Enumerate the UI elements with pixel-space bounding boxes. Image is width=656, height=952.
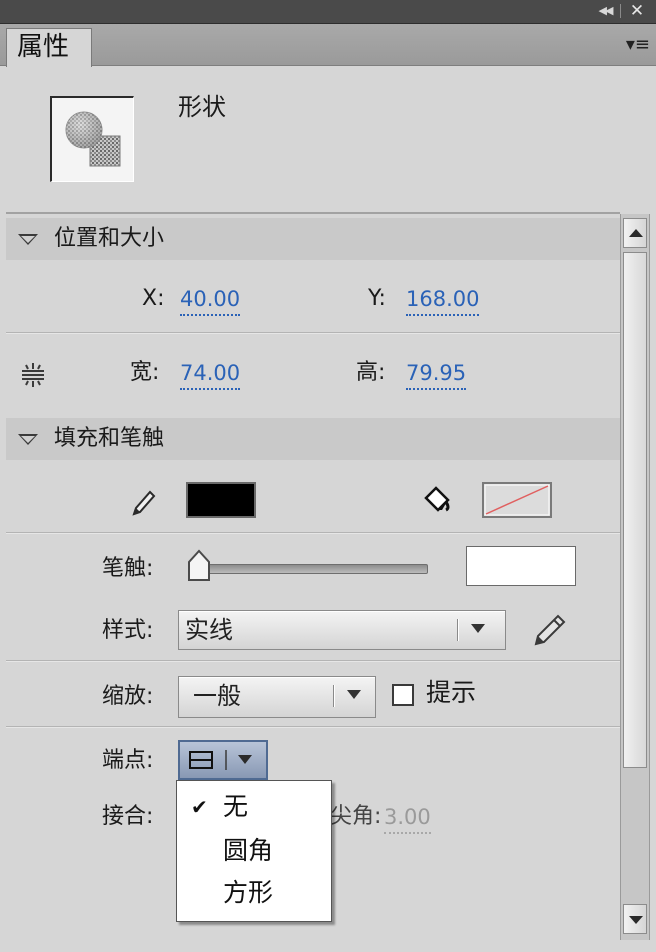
stroke-slider-handle[interactable] (186, 548, 212, 582)
collapse-triangle-icon (18, 434, 38, 445)
shape-thumbnail-icon (50, 96, 134, 182)
tab-strip (0, 24, 656, 66)
menu-item-label: 圆角 (223, 836, 274, 865)
edit-stroke-style-icon[interactable] (530, 610, 570, 650)
object-type-title: 形状 (178, 93, 226, 121)
miter-value: 3.00 (384, 802, 431, 834)
scroll-down-button[interactable] (623, 904, 647, 934)
scale-label: 缩放: (102, 684, 154, 709)
pencil-icon (130, 486, 158, 518)
paint-bucket-icon (420, 484, 454, 516)
menu-item-none[interactable]: ✔ 无 (177, 787, 331, 827)
hint-checkbox[interactable] (392, 684, 414, 706)
section-title: 填充和笔触 (54, 426, 165, 451)
divider (6, 660, 620, 662)
height-value[interactable]: 79.95 (406, 358, 467, 390)
width-value[interactable]: 74.00 (180, 358, 241, 390)
divider (6, 532, 620, 534)
miter-label: 尖角: (330, 804, 382, 829)
dropdown-separator (333, 685, 335, 707)
chain-link-icon[interactable] (16, 361, 50, 389)
fill-color-swatch[interactable] (482, 482, 552, 518)
menu-item-label: 无 (223, 792, 249, 821)
stroke-label: 笔触: (102, 556, 154, 581)
menu-item-square[interactable]: 方形 (177, 873, 331, 913)
menu-item-label: 方形 (223, 878, 274, 907)
stroke-color-swatch[interactable] (186, 482, 256, 518)
checkmark-icon: ✔ (191, 795, 208, 819)
scale-dropdown[interactable]: 一般 (178, 676, 376, 718)
scale-dropdown-value: 一般 (193, 682, 241, 710)
section-fill-stroke[interactable]: 填充和笔触 (6, 418, 620, 460)
section-position-size[interactable]: 位置和大小 (6, 218, 620, 260)
width-label: 宽: (130, 360, 160, 385)
style-dropdown-value: 实线 (185, 616, 233, 644)
collapse-triangle-icon (18, 234, 38, 245)
titlebar-divider (620, 4, 621, 18)
vertical-scrollbar[interactable] (620, 214, 650, 940)
y-value[interactable]: 168.00 (406, 284, 480, 316)
cap-dropdown[interactable] (178, 740, 268, 780)
collapse-panel-icon[interactable]: ◀◀ (594, 2, 616, 20)
join-label: 接合: (102, 804, 154, 829)
scroll-up-button[interactable] (623, 218, 647, 248)
tab-properties[interactable]: 属性 (6, 28, 92, 67)
y-label: Y: (368, 286, 386, 311)
style-dropdown[interactable]: 实线 (178, 610, 506, 650)
divider (6, 726, 620, 728)
section-title: 位置和大小 (54, 226, 165, 251)
chevron-down-icon (347, 690, 361, 699)
stroke-slider-track[interactable] (192, 564, 428, 574)
cap-dropdown-menu: ✔ 无 圆角 方形 (176, 780, 332, 922)
scrollbar-thumb[interactable] (623, 252, 647, 768)
divider (6, 332, 620, 334)
hint-label: 提示 (426, 678, 477, 707)
panel-menu-icon[interactable]: ▾≡ (610, 32, 650, 58)
x-value[interactable]: 40.00 (180, 284, 241, 316)
x-label: X: (142, 286, 165, 311)
height-label: 高: (356, 360, 386, 385)
cap-label: 端点: (102, 748, 154, 773)
style-label: 样式: (102, 618, 154, 643)
panel-titlebar (0, 0, 656, 24)
stroke-width-input[interactable] (466, 546, 576, 586)
chevron-down-icon (471, 624, 485, 633)
close-panel-icon[interactable]: ✕ (626, 1, 648, 21)
dropdown-separator (457, 619, 459, 641)
menu-item-round[interactable]: 圆角 (177, 831, 331, 871)
